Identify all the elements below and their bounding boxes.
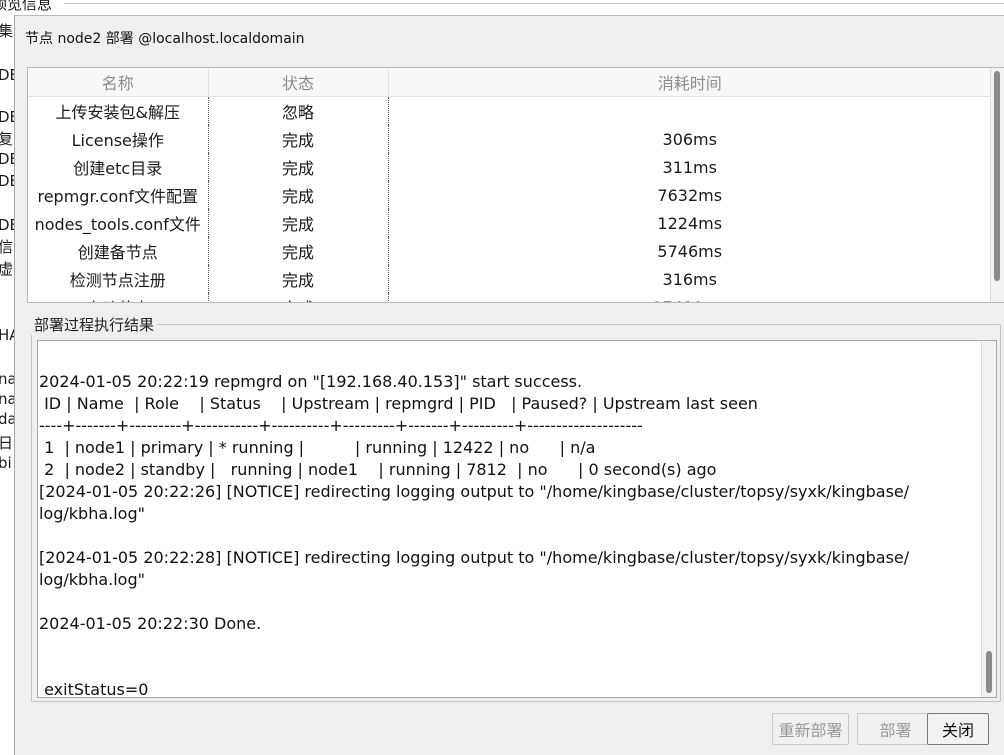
cell-name: 上传安装包&解压 xyxy=(28,96,209,125)
redeploy-button[interactable]: 重新部署 xyxy=(772,713,849,745)
table-scrollbar[interactable] xyxy=(990,68,1004,302)
background-fragment: 虚 xyxy=(0,260,14,278)
log-line: exitStatus=0 xyxy=(39,680,149,698)
deploy-dialog: 节点 node2 部署 @localhost.localdomain 名称 状态… xyxy=(14,15,1004,755)
log-line: 2 | node2 | standby | running | node1 | … xyxy=(39,460,717,479)
table-scrollbar-thumb[interactable] xyxy=(994,71,1000,281)
cell-time: 27410ms xyxy=(388,293,991,303)
log-line: ID | Name | Role | Status | Upstream | r… xyxy=(39,394,758,413)
cell-status: 完成 xyxy=(208,209,389,237)
table-row[interactable]: 创建etc目录 完成 311ms xyxy=(28,153,991,181)
background-fragment: HA xyxy=(0,326,14,344)
deploy-log-output[interactable]: 2024-01-05 20:22:19 repmgrd on "[192.168… xyxy=(37,340,997,698)
table-header-row: 名称 状态 消耗时间 xyxy=(28,68,991,97)
background-fragment: 信 xyxy=(0,238,14,256)
table-row[interactable]: 上传安装包&解压 忽略 xyxy=(28,96,991,126)
cell-time: 7632ms xyxy=(657,185,723,205)
deploy-steps-table[interactable]: 名称 状态 消耗时间 上传安装包&解压 忽略 License操作 完成 306ms 创建e… xyxy=(27,67,1004,303)
cell-time xyxy=(388,97,991,126)
table-row[interactable]: repmgr.conf文件配置 完成 7632ms xyxy=(28,181,991,209)
dialog-title: 节点 node2 部署 @localhost.localdomain xyxy=(25,31,305,47)
cell-name: nodes_tools.conf文件 xyxy=(28,209,209,237)
log-scrollbar-thumb[interactable] xyxy=(986,651,992,693)
log-text: 2024-01-05 20:22:19 repmgrd on "[192.168… xyxy=(39,341,979,698)
cell-status: 完成 xyxy=(208,293,389,302)
table-row[interactable]: 检测节点注册 完成 316ms xyxy=(28,265,991,293)
cell-time: 311ms xyxy=(662,157,717,177)
log-line: 1 | node1 | primary | * running | | runn… xyxy=(39,438,596,457)
cell-name: 检测节点注册 xyxy=(28,265,209,293)
table-row[interactable]: 启动节点完成27410ms xyxy=(28,293,991,303)
log-line: [2024-01-05 20:22:26] [NOTICE] redirecti… xyxy=(39,482,910,501)
deploy-button[interactable]: 部署 xyxy=(857,713,934,745)
table-row[interactable]: nodes_tools.conf文件 完成 1224ms xyxy=(28,209,991,237)
background-fragment: DE xyxy=(0,150,14,168)
column-header-status[interactable]: 状态 xyxy=(208,68,389,97)
background-fragment: DE xyxy=(0,108,14,126)
background-fragment: na xyxy=(0,390,14,408)
log-line: log/kbha.log" xyxy=(39,570,145,589)
cell-status: 完成 xyxy=(208,125,389,153)
log-line: log/kbha.log" xyxy=(39,504,145,523)
background-left-column: 集 DE DE 复 DE DE DE 信虚 HA na na da 日 bi xyxy=(0,0,14,754)
background-fragment: na xyxy=(0,370,14,388)
close-button[interactable]: 关闭 xyxy=(927,713,989,745)
log-line: 2024-01-05 20:22:19 repmgrd on "[192.168… xyxy=(39,372,583,391)
cell-status: 完成 xyxy=(208,265,389,293)
log-line: ----+-------+---------+-----------+-----… xyxy=(39,416,643,435)
cell-status: 忽略 xyxy=(208,96,389,125)
table-row[interactable]: 创建备节点 完成 5746ms xyxy=(28,237,991,265)
background-fragment: 集 xyxy=(0,22,14,40)
background-fragment: DE xyxy=(0,172,14,190)
log-group-label: 部署过程执行结果 xyxy=(31,314,158,335)
table-row[interactable]: License操作 完成 306ms xyxy=(28,125,991,153)
cell-name: 创建etc目录 xyxy=(28,153,209,181)
log-line: [2024-01-05 20:22:28] [NOTICE] redirecti… xyxy=(39,548,910,567)
cell-name: 创建备节点 xyxy=(28,237,209,265)
background-fragment: DE xyxy=(0,66,14,84)
cell-time: 316ms xyxy=(662,269,717,289)
cell-name: License操作 xyxy=(28,125,209,153)
cell-name: repmgr.conf文件配置 xyxy=(28,181,209,209)
cell-status: 完成 xyxy=(208,153,389,181)
background-title-divider xyxy=(64,3,1004,4)
background-fragment: 复 xyxy=(0,130,14,148)
log-scrollbar[interactable] xyxy=(981,341,996,697)
background-fragment: bi xyxy=(0,454,12,472)
cell-time: 306ms xyxy=(662,129,717,149)
cell-time: 5746ms xyxy=(657,241,723,261)
column-header-name[interactable]: 名称 xyxy=(28,68,209,97)
background-fragment: 日 xyxy=(0,434,14,452)
cell-status: 完成 xyxy=(208,181,389,209)
background-fragment: da xyxy=(0,410,14,428)
log-line: 2024-01-05 20:22:30 Done. xyxy=(39,614,262,633)
column-header-time[interactable]: 消耗时间 xyxy=(388,68,991,97)
cell-name: 启动节点 xyxy=(28,293,209,302)
cell-status: 完成 xyxy=(208,237,389,265)
cell-time: 1224ms xyxy=(657,213,723,233)
background-fragment: DE xyxy=(0,216,14,234)
